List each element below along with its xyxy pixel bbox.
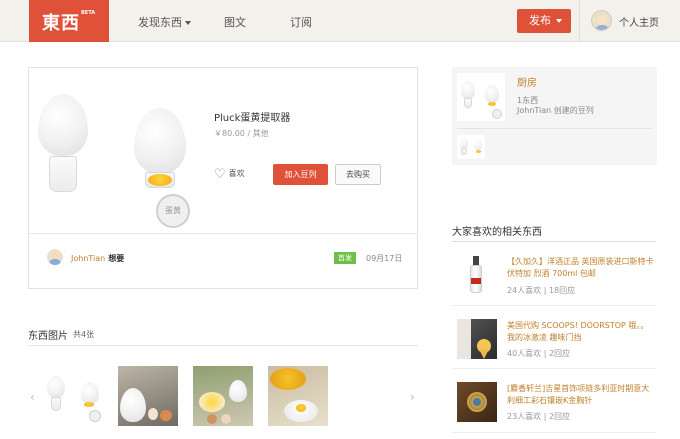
poster-action: 想要: [108, 254, 125, 263]
like-label: 喜欢: [228, 169, 245, 178]
nav-discover-label: 发现东西: [138, 16, 182, 29]
gallery-thumbnail[interactable]: [43, 366, 103, 426]
publish-label: 发布: [529, 14, 551, 27]
related-item-likes: 40人喜欢: [507, 349, 542, 358]
gallery-thumbnail[interactable]: [118, 366, 178, 426]
related-item-meta: 23人喜欢 | 2回应: [507, 412, 571, 421]
doulist-divider: [457, 128, 651, 129]
first-post-tag: 首发: [334, 252, 356, 264]
related-thumbnail[interactable]: [457, 319, 497, 359]
poster-line: JohnTian 想要: [71, 253, 124, 264]
beta-badge: BETA: [81, 10, 96, 16]
chevron-down-icon: [185, 21, 191, 25]
related-item-title[interactable]: 美国代购 SCOOPS! DOORSTOP 哦。。我的冰激凌 趣味门挡: [507, 320, 655, 344]
related-section-title: 大家喜欢的相关东西: [452, 227, 542, 238]
header-divider: [579, 0, 580, 42]
doulist-item-thumbnail[interactable]: [457, 135, 485, 159]
related-thumbnail[interactable]: [457, 254, 497, 294]
doulist-creator: JohnTian 创建的豆列: [517, 106, 594, 115]
logo-text: 東西: [42, 13, 80, 34]
related-item-title[interactable]: 【久加久】洋酒正品 英国原装进口斯特卡伏特加 烈酒 700ml 包邮: [507, 256, 655, 280]
product-price: ￥80.00 / 其他: [214, 129, 269, 138]
related-item-meta: 24人喜欢 | 18回应: [507, 286, 576, 295]
poster-name[interactable]: JohnTian: [71, 254, 105, 263]
nav-subscribe[interactable]: 订阅: [290, 14, 312, 30]
card-divider: [29, 233, 417, 234]
related-item-meta: 40人喜欢 | 2回应: [507, 349, 571, 358]
product-badge: 蛋黄: [156, 194, 190, 228]
related-item-replies: 2回应: [548, 412, 571, 421]
poster-avatar[interactable]: [47, 249, 63, 265]
buy-button[interactable]: 去购买: [335, 164, 381, 185]
related-item-title[interactable]: [麝香轩兰]吉星首饰项链多利亚时期意大利细工彩石镶嵌K金胸针: [507, 383, 655, 407]
doulist-cover[interactable]: [457, 73, 505, 121]
user-avatar[interactable]: [591, 10, 612, 31]
related-item-likes: 24人喜欢: [507, 286, 542, 295]
related-thumbnail[interactable]: [457, 382, 497, 422]
nav-articles[interactable]: 图文: [224, 14, 246, 30]
gallery-thumbnail[interactable]: [268, 366, 328, 426]
images-count: 共4张: [73, 330, 95, 339]
doulist-name[interactable]: 厨房: [517, 74, 537, 89]
profile-link[interactable]: 个人主页: [619, 14, 659, 29]
section-divider: [452, 241, 656, 242]
top-navigation-bar: 東西 BETA 发现东西 图文 订阅 发布 个人主页: [0, 0, 680, 42]
related-item-likes: 23人喜欢: [507, 412, 542, 421]
chevron-down-icon: [556, 19, 562, 23]
list-divider: [452, 305, 656, 306]
heart-icon: ♡: [214, 167, 226, 182]
publish-button[interactable]: 发布: [517, 9, 571, 33]
product-image[interactable]: 蛋黄: [34, 88, 204, 228]
carousel-next-arrow[interactable]: ›: [410, 390, 415, 404]
list-divider: [452, 368, 656, 369]
product-title[interactable]: Pluck蛋黄提取器: [214, 109, 290, 124]
related-item-replies: 2回应: [548, 349, 571, 358]
post-date: 09月17日: [366, 254, 403, 263]
gallery-thumbnail[interactable]: [193, 366, 253, 426]
site-logo[interactable]: 東西 BETA: [29, 0, 109, 42]
like-button[interactable]: ♡ 喜欢: [214, 167, 245, 182]
section-divider: [28, 345, 418, 346]
images-section-title: 东西图片: [28, 331, 68, 342]
list-divider: [452, 432, 656, 433]
carousel-prev-arrow[interactable]: ‹: [30, 390, 35, 404]
nav-discover[interactable]: 发现东西: [138, 14, 191, 30]
related-item-replies: 18回应: [548, 286, 576, 295]
add-to-list-button[interactable]: 加入豆列: [273, 164, 328, 185]
